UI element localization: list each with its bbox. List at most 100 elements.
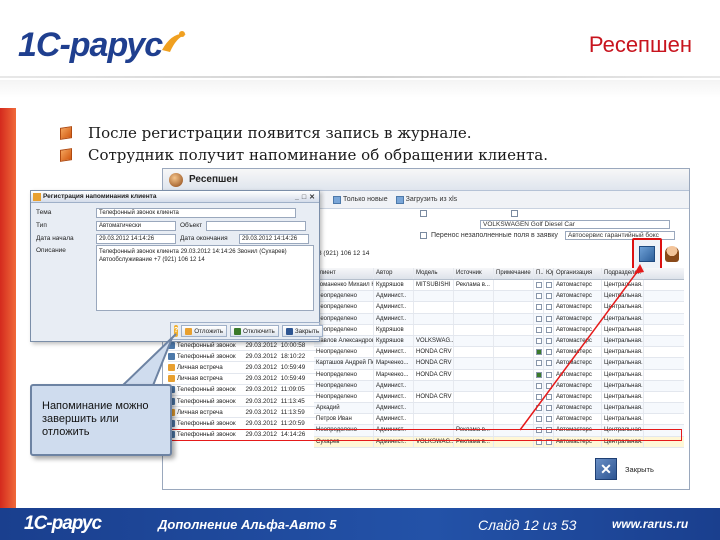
row-checkbox[interactable] bbox=[546, 382, 552, 389]
list-item[interactable]: Личная встреча 29.03.2012 10:59:49 bbox=[168, 362, 316, 374]
column-header[interactable]: Источник bbox=[454, 268, 494, 279]
row-checkbox[interactable] bbox=[546, 349, 552, 356]
footer-website[interactable]: www.rarus.ru bbox=[612, 517, 688, 531]
user-icon[interactable] bbox=[665, 246, 679, 262]
row-checkbox[interactable] bbox=[536, 360, 542, 367]
row-checkbox[interactable] bbox=[546, 337, 552, 344]
row-checkbox[interactable] bbox=[536, 382, 542, 389]
list-item[interactable]: Личная встреча 29.03.2012 11:13:59 bbox=[168, 407, 316, 419]
column-header[interactable]: Юр bbox=[544, 268, 554, 279]
only-new-button[interactable]: Только новые bbox=[333, 195, 388, 204]
minimize-icon[interactable]: _ bbox=[295, 192, 299, 204]
table-cell: Автомастерс bbox=[554, 347, 602, 358]
event-time: 11:20:59 bbox=[280, 419, 305, 427]
column-header[interactable]: Модель bbox=[414, 268, 454, 279]
column-header[interactable]: П.. bbox=[534, 268, 544, 279]
table-cell: Центральная... bbox=[602, 347, 644, 358]
table-cell bbox=[534, 403, 544, 414]
object-field[interactable] bbox=[206, 220, 307, 231]
row-checkbox[interactable] bbox=[546, 416, 552, 423]
list-item[interactable]: Телефонный звонок 29.03.2012 11:09:05 bbox=[168, 385, 316, 396]
row-checkbox[interactable] bbox=[536, 349, 542, 356]
row-checkbox[interactable] bbox=[536, 416, 542, 423]
table-row[interactable]: Неопределено Админист.. Автомастерс Централ… bbox=[314, 302, 684, 314]
table-row[interactable]: Романенко Михаил ЮрьевичКудряшовMITSUBIS… bbox=[314, 280, 684, 292]
close-icon[interactable]: ✕ bbox=[309, 192, 315, 204]
transfer-checkbox[interactable] bbox=[420, 232, 427, 239]
table-row[interactable]: Неопределено Админист.. Автомастерс Централ… bbox=[314, 380, 684, 392]
row-checkbox[interactable] bbox=[546, 405, 552, 412]
row-checkbox[interactable] bbox=[536, 293, 542, 300]
event-date: 29.03.2012 bbox=[245, 375, 277, 383]
table-cell: Марченко... bbox=[374, 369, 414, 380]
table-row[interactable]: Петров Иван Админист.. Автомастерс Централь… bbox=[314, 414, 684, 426]
field-label: Тип bbox=[36, 222, 47, 229]
row-checkbox[interactable] bbox=[536, 371, 542, 378]
row-checkbox[interactable] bbox=[546, 293, 552, 300]
row-checkbox[interactable] bbox=[536, 304, 542, 311]
table-row[interactable]: Неопределено Админист.. Автомастерс Централ… bbox=[314, 291, 684, 303]
row-checkbox[interactable] bbox=[536, 315, 542, 322]
maximize-icon[interactable]: □ bbox=[302, 192, 306, 204]
column-header[interactable]: Клиент bbox=[314, 268, 374, 279]
end-date-field[interactable]: 29.03.2012 14:14:26 bbox=[239, 233, 309, 244]
row-checkbox[interactable] bbox=[536, 337, 542, 344]
table-cell bbox=[414, 403, 454, 414]
table-cell bbox=[454, 324, 494, 335]
disable-button[interactable]: Отключить bbox=[230, 325, 279, 337]
row-checkbox[interactable] bbox=[536, 282, 542, 288]
list-item[interactable]: Телефонный звонок 29.03.2012 11:20:59 bbox=[168, 418, 316, 430]
row-checkbox[interactable] bbox=[546, 282, 552, 288]
close-button[interactable]: ✕ Закрыть bbox=[595, 452, 685, 486]
row-checkbox[interactable] bbox=[536, 405, 542, 412]
interest-field[interactable]: VOLKSWAGEN Golf Diesel Car bbox=[480, 220, 670, 229]
dialog-close-label: Закрыть bbox=[294, 327, 320, 335]
table-cell bbox=[534, 302, 544, 313]
list-item[interactable]: Телефонный звонок 29.03.2012 11:13:45 bbox=[168, 396, 316, 408]
row-checkbox[interactable] bbox=[546, 304, 552, 311]
postpone-button[interactable]: Отложить bbox=[181, 325, 227, 337]
event-type: Телефонный звонок bbox=[176, 352, 236, 360]
table-row[interactable]: Карташов Андрей ПетровичМарченко...HONDA… bbox=[314, 358, 684, 370]
row-checkbox[interactable] bbox=[546, 360, 552, 367]
column-header[interactable]: Подразделе.. bbox=[602, 268, 644, 279]
description-textarea[interactable]: Телефонный звонок клиента 29.03.2012 14:… bbox=[96, 245, 314, 311]
event-type: Личная встреча bbox=[176, 363, 223, 371]
row-checkbox[interactable] bbox=[546, 393, 552, 400]
list-item[interactable]: Личная встреча 29.03.2012 10:59:49 bbox=[168, 374, 316, 385]
load-xls-button[interactable]: Загрузить из xls bbox=[395, 195, 457, 204]
list-item[interactable]: Телефонный звонок 29.03.2012 18:10:22 bbox=[168, 351, 316, 363]
close-icon bbox=[285, 327, 293, 335]
table-row[interactable]: Аркадий Админист.. Автомастерс Центральная.… bbox=[314, 403, 684, 415]
table-row[interactable]: Павлов АлександровичКудряшовVOLKSWAG... А… bbox=[314, 335, 684, 348]
table-cell: Автомастерс bbox=[554, 280, 602, 291]
row-checkbox[interactable] bbox=[546, 315, 552, 322]
row-checkbox[interactable] bbox=[536, 326, 542, 333]
column-header[interactable]: Автор bbox=[374, 268, 414, 279]
row-checkbox[interactable] bbox=[546, 326, 552, 333]
help-icon[interactable]: ? bbox=[174, 325, 179, 337]
table-row[interactable]: Неопределено Админист.. Автомастерс Централ… bbox=[314, 313, 684, 325]
column-header[interactable]: Организация bbox=[554, 268, 602, 279]
row-checkbox[interactable] bbox=[546, 371, 552, 378]
type-field[interactable]: Автоматически bbox=[96, 220, 176, 231]
start-date-field[interactable]: 29.03.2012 14:14:26 bbox=[96, 233, 176, 244]
table-cell bbox=[454, 380, 494, 391]
table-row[interactable]: Неопределено Марченко... HONDA CRV Автомаст… bbox=[314, 369, 684, 381]
dialog-close-button[interactable]: Закрыть bbox=[281, 325, 324, 337]
row-checkbox[interactable] bbox=[536, 393, 542, 400]
table-cell bbox=[494, 414, 534, 425]
table-row[interactable]: Неопределено Админист.. HONDA CRV Автомасте… bbox=[314, 391, 684, 404]
table-cell bbox=[494, 291, 534, 302]
column-header[interactable]: Примечание bbox=[494, 268, 534, 279]
filter-checkbox[interactable] bbox=[420, 210, 427, 217]
dialog-titlebar: Регистрация напоминания клиента _ □ ✕ bbox=[31, 191, 319, 203]
subject-field[interactable]: Телефонный звонок клиента bbox=[96, 207, 296, 218]
filter-checkbox[interactable] bbox=[511, 210, 518, 217]
reminders-button[interactable] bbox=[632, 238, 662, 270]
reminder-dialog: Регистрация напоминания клиента _ □ ✕ Те… bbox=[30, 190, 320, 342]
filter-row bbox=[420, 208, 685, 219]
field-label: Тема bbox=[36, 209, 52, 216]
table-row[interactable]: Неопределено Админист.. HONDA CRV Автомасте… bbox=[314, 347, 684, 359]
table-row[interactable]: Неопределено Кудряшов Автомастерс Центральн… bbox=[314, 324, 684, 336]
